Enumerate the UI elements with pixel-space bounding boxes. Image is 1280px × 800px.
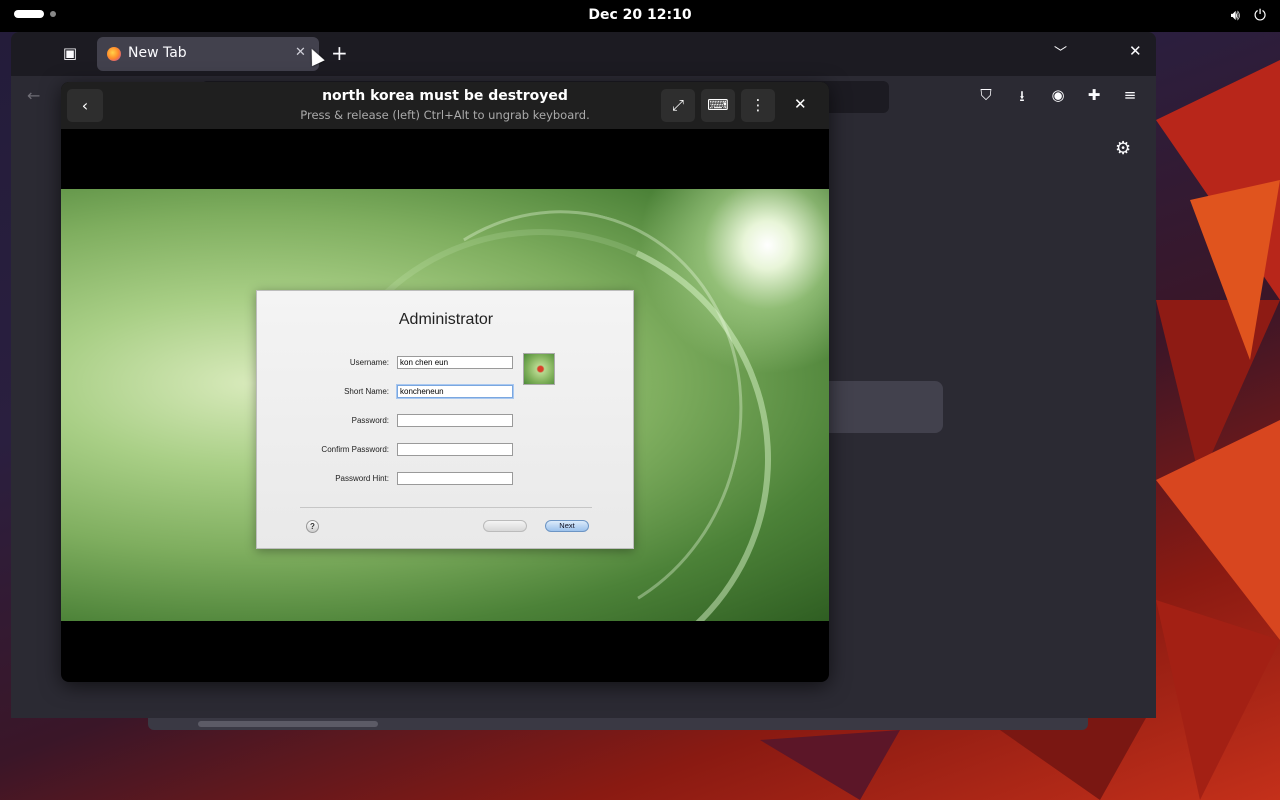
username-label: Username: [349, 358, 389, 367]
confirm-password-field[interactable] [397, 443, 513, 456]
account-setup-dialog: Administrator Username: kon chen eun Sho… [256, 290, 634, 549]
gear-icon[interactable]: ⚙ [1115, 138, 1131, 159]
system-tray[interactable]: 🔊︎ ⏻ [1231, 6, 1266, 24]
user-picture[interactable] [523, 353, 555, 385]
firefox-icon [107, 47, 121, 61]
password-label: Password: [351, 416, 389, 425]
username-field[interactable]: kon chen eun [397, 356, 513, 369]
tab-close-icon[interactable]: ✕ [295, 45, 306, 60]
setup-title: Administrator [398, 311, 494, 328]
tab-overview-icon[interactable]: ▣ [59, 44, 81, 64]
next-button[interactable]: Next [545, 520, 589, 532]
downloads-icon[interactable]: ⭳ [1013, 86, 1031, 111]
back-arrow-icon[interactable]: ← [27, 86, 40, 105]
volume-icon[interactable]: 🔊︎ [1231, 6, 1240, 24]
tab-new-tab[interactable]: New Tab ✕ [97, 37, 319, 71]
password-field[interactable] [397, 414, 513, 427]
short-name-label: Short Name: [344, 387, 389, 396]
confirm-password-label: Confirm Password: [321, 445, 389, 454]
toolbar-icons: ⛉ ⭳ ◉ ✚ ≡ [977, 86, 1139, 111]
password-hint-field[interactable] [397, 472, 513, 485]
keyboard-icon[interactable]: ⌨ [701, 89, 735, 122]
help-button[interactable]: ? [306, 520, 319, 533]
window-close-button[interactable]: ✕ [1129, 42, 1142, 60]
menu-icon[interactable]: ≡ [1121, 86, 1139, 111]
vm-screen[interactable]: Administrator Username: kon chen eun Sho… [61, 189, 829, 621]
pocket-icon[interactable]: ⛉ [977, 86, 995, 111]
tab-strip: ▣ New Tab ✕ + ﹀ ✕ [11, 32, 1156, 76]
extensions-icon[interactable]: ✚ [1085, 86, 1103, 111]
chevron-down-icon[interactable]: ﹀ [1054, 42, 1067, 61]
viewer-header: ‹ north korea must be destroyed Press & … [61, 82, 829, 129]
username-row: Username: kon chen eun [257, 356, 635, 372]
horizontal-scrollbar[interactable] [148, 718, 1088, 730]
short-name-row: Short Name: koncheneun [257, 385, 635, 401]
close-icon[interactable]: ✕ [794, 95, 807, 113]
clock[interactable]: Dec 20 12:10 [0, 7, 1280, 23]
more-icon[interactable]: ⋮ [741, 89, 775, 122]
divider [300, 507, 592, 508]
tab-title: New Tab [128, 45, 187, 61]
account-icon[interactable]: ◉ [1049, 86, 1067, 111]
power-icon[interactable]: ⏻ [1254, 6, 1266, 24]
short-name-field[interactable]: koncheneun [397, 385, 513, 398]
password-hint-row: Password Hint: [257, 472, 635, 488]
back-button[interactable] [483, 520, 527, 532]
fullscreen-icon[interactable]: ⤢ [661, 89, 695, 122]
password-hint-label: Password Hint: [335, 474, 389, 483]
top-bar: Dec 20 12:10 🔊︎ ⏻ [0, 0, 1280, 32]
scrollbar-thumb[interactable] [198, 721, 378, 727]
remote-viewer-dialog: ‹ north korea must be destroyed Press & … [61, 82, 829, 682]
password-row: Password: [257, 414, 635, 430]
confirm-password-row: Confirm Password: [257, 443, 635, 459]
new-tab-button[interactable]: + [331, 41, 348, 65]
